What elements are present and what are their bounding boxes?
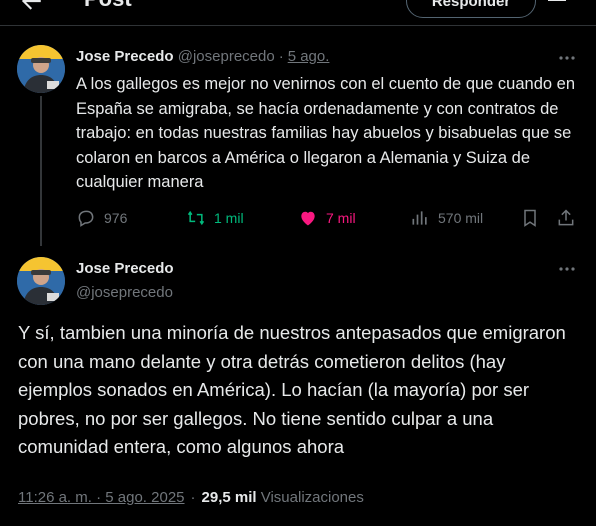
reply-action[interactable]: 976	[76, 206, 127, 230]
tweet-timestamp[interactable]: 11:26 a. m. · 5 ago. 2025	[18, 489, 185, 506]
page-title: Post	[84, 0, 132, 14]
avatar-photo	[17, 45, 65, 93]
heart-icon	[301, 211, 315, 226]
author-name[interactable]: Jose Precedo	[76, 48, 174, 65]
repost-action[interactable]: 1 mil	[186, 206, 244, 230]
share-action[interactable]	[556, 206, 584, 230]
separator-dot: ·	[190, 489, 196, 506]
reply-button[interactable]: Responder	[406, 0, 536, 18]
tweet-text: A los gallegos es mejor no venirnos con …	[76, 75, 576, 191]
avatar[interactable]	[17, 257, 65, 305]
author-handle[interactable]: @joseprecedo	[76, 283, 173, 303]
tweet-actions: 976 1 mil 7 mil 570 mil	[76, 206, 581, 230]
views-label: Visualizaciones	[260, 489, 364, 506]
tweet-date[interactable]: 5 ago.	[288, 48, 330, 65]
arrow-left-icon[interactable]	[18, 0, 44, 14]
reply-icon	[78, 210, 94, 227]
tweet-header: Jose Precedo @joseprecedo · 5 ago.	[76, 47, 329, 67]
share-icon	[558, 209, 574, 226]
more-horizontal-icon[interactable]	[557, 259, 577, 279]
views-count: 29,5 mil	[201, 489, 257, 506]
like-count: 7 mil	[326, 210, 356, 226]
bookmark-action[interactable]	[520, 206, 548, 230]
reply-count: 976	[104, 210, 128, 226]
avatar-photo	[17, 257, 65, 305]
author-name[interactable]: Jose Precedo	[76, 259, 174, 279]
separator-dot: ·	[278, 48, 284, 65]
avatar[interactable]	[17, 45, 65, 93]
views-icon	[412, 211, 427, 225]
repost-count: 1 mil	[214, 210, 244, 226]
tweet-text: Y sí, tambien una minoría de nuestros an…	[18, 322, 566, 457]
author-handle[interactable]: @joseprecedo	[178, 48, 275, 65]
thread-connector-line	[40, 96, 42, 246]
repost-icon	[187, 210, 205, 226]
more-horizontal-icon[interactable]	[557, 48, 577, 68]
like-action[interactable]: 7 mil	[298, 206, 356, 230]
bookmark-icon	[524, 209, 536, 227]
tweet-meta: 11:26 a. m. · 5 ago. 2025 · 29,5 mil Visua…	[18, 487, 364, 509]
post-header: Post Responder	[0, 0, 596, 26]
settings-sliders-icon[interactable]	[546, 0, 568, 12]
views-count: 570 mil	[438, 210, 484, 226]
views-action[interactable]: 570 mil	[410, 206, 483, 230]
